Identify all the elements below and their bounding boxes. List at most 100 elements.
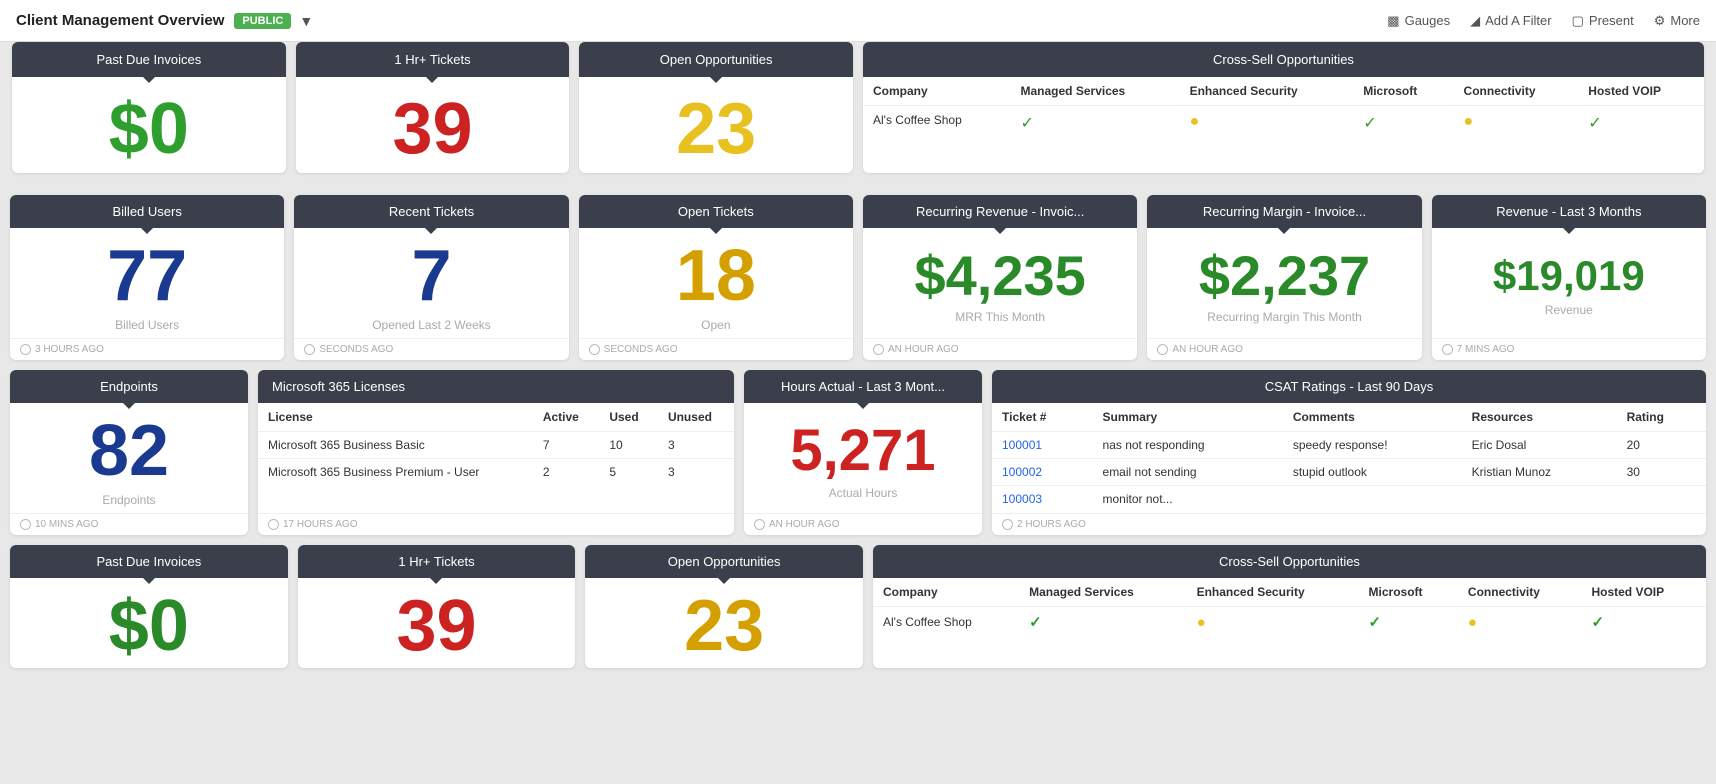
ticket-num[interactable]: 100003 — [992, 486, 1093, 513]
list-item: Al's Coffee Shop ✓ ● ✓ ● ✓ — [863, 106, 1704, 141]
cross-sell-tbl2: Company Managed Services Enhanced Securi… — [873, 578, 1706, 637]
connectivity-cell: ● — [1454, 106, 1579, 141]
endpoints-title: Endpoints — [100, 379, 158, 394]
enhanced-cell: ● — [1180, 106, 1354, 141]
ms365-th-used: Used — [599, 403, 658, 432]
check-green-icon: ✓ — [1021, 115, 1034, 132]
present-label: Present — [1589, 13, 1634, 28]
header-arrow — [143, 77, 155, 83]
open-tickets-ftr: SECONDS AGO — [579, 338, 853, 360]
more-action[interactable]: ⚙ More — [1654, 13, 1700, 29]
billed-users-hdr: Billed Users — [10, 195, 284, 228]
gauges-action[interactable]: ▩ Gauges — [1387, 13, 1450, 29]
ms365-card2: Microsoft 365 Licenses License Active Us… — [258, 370, 734, 535]
clock-icon — [589, 344, 600, 355]
ticket-rating: 20 — [1617, 432, 1706, 459]
past-due-body: $0 — [12, 77, 286, 173]
ticket-link[interactable]: 100001 — [1002, 438, 1042, 452]
endpoints-card2: Endpoints 82 Endpoints 10 MINS AGO — [10, 370, 248, 535]
arrow — [1278, 228, 1290, 234]
hr-tickets-value: 39 — [392, 93, 472, 165]
cs-enhanced: ● — [1187, 607, 1359, 638]
topbar-actions: ▩ Gauges ◢ Add A Filter ▢ Present ⚙ More — [1387, 13, 1700, 29]
ms365-th-active: Active — [533, 403, 600, 432]
mrr-sub: MRR This Month — [955, 310, 1045, 324]
hours-ftr: AN HOUR AGO — [744, 513, 982, 535]
csat-title: CSAT Ratings - Last 90 Days — [1265, 379, 1434, 394]
hr-tickets-card2: 1 Hr+ Tickets 39 — [298, 545, 576, 668]
col-company: Company — [863, 77, 1011, 106]
rev3mo-num: $19,019 — [1493, 255, 1645, 297]
billed-users-time: 3 HOURS AGO — [35, 344, 104, 355]
dropdown-caret-icon[interactable]: ▼ — [299, 13, 313, 29]
header-arrow — [426, 77, 438, 83]
present-action[interactable]: ▢ Present — [1572, 13, 1634, 29]
check-green-icon: ✓ — [1029, 614, 1042, 631]
endpoints-hdr: Endpoints — [10, 370, 248, 403]
open-opps-header: Open Opportunities — [579, 42, 853, 77]
ticket-comments: stupid outlook — [1283, 459, 1462, 486]
more-label: More — [1670, 13, 1700, 28]
col-microsoft: Microsoft — [1353, 77, 1453, 106]
ticket-comments — [1283, 486, 1462, 513]
table-row: Microsoft 365 Business Basic 7 10 3 — [258, 432, 734, 459]
clock-icon — [1002, 519, 1013, 530]
arrow — [710, 228, 722, 234]
recent-tickets-card2: Recent Tickets 7 Opened Last 2 Weeks SEC… — [294, 195, 568, 360]
clock-icon — [304, 344, 315, 355]
csat-hdr: CSAT Ratings - Last 90 Days — [992, 370, 1706, 403]
open-opps-card2: Open Opportunities 23 — [585, 545, 863, 668]
billed-users-num: 77 — [107, 240, 187, 312]
cross-sell-tbl-wrap: Company Managed Services Enhanced Securi… — [873, 578, 1706, 668]
ticket-link[interactable]: 100003 — [1002, 492, 1042, 506]
row-2: Endpoints 82 Endpoints 10 MINS AGO Micro… — [10, 370, 1706, 535]
open-opps-num: 23 — [684, 590, 764, 662]
filter-action[interactable]: ◢ Add A Filter — [1470, 13, 1551, 29]
hr-tickets-hdr: 1 Hr+ Tickets — [298, 545, 576, 578]
ms365-title: Microsoft 365 Licenses — [272, 379, 405, 394]
past-due-header: Past Due Invoices — [12, 42, 286, 77]
public-badge: PUBLIC — [234, 13, 291, 29]
arrow — [718, 578, 730, 584]
ticket-resources: Kristian Munoz — [1462, 459, 1617, 486]
license-used: 5 — [599, 459, 658, 486]
clock-icon — [873, 344, 884, 355]
ticket-comments: speedy response! — [1283, 432, 1462, 459]
ticket-num[interactable]: 100001 — [992, 432, 1093, 459]
open-tickets-title: Open Tickets — [678, 204, 754, 219]
hr-tickets-card: 1 Hr+ Tickets 39 — [296, 42, 570, 173]
open-opps-body2: 23 — [585, 578, 863, 668]
ms365-ftr2: 17 HOURS AGO — [258, 513, 734, 535]
hr-tickets-title: 1 Hr+ Tickets — [398, 554, 474, 569]
header-arrow — [710, 77, 722, 83]
mrr-time: AN HOUR AGO — [888, 344, 959, 355]
margin-body: $2,237 Recurring Margin This Month — [1147, 228, 1421, 338]
csat-ftr: 2 HOURS AGO — [992, 513, 1706, 535]
rev3mo-sub: Revenue — [1545, 303, 1593, 317]
license-used: 10 — [599, 432, 658, 459]
cs-th-voip: Hosted VOIP — [1581, 578, 1706, 607]
margin-num: $2,237 — [1199, 248, 1370, 304]
check-yellow-icon: ● — [1468, 614, 1477, 631]
cross-sell-title: Cross-Sell Opportunities — [1219, 554, 1360, 569]
arrow — [857, 403, 869, 409]
cs-th-company: Company — [873, 578, 1019, 607]
cross-sell-table-container: Company Managed Services Enhanced Securi… — [863, 77, 1704, 140]
ticket-num[interactable]: 100002 — [992, 459, 1093, 486]
csat-tbody: 100001 nas not responding speedy respons… — [992, 432, 1706, 513]
ticket-link[interactable]: 100002 — [1002, 465, 1042, 479]
check-green-icon: ✓ — [1363, 115, 1376, 132]
billed-users-title: Billed Users — [112, 204, 181, 219]
arrow — [430, 578, 442, 584]
clock-icon — [754, 519, 765, 530]
clock-icon — [268, 519, 279, 530]
endpoints-ftr: 10 MINS AGO — [10, 513, 248, 535]
ticket-rating: 30 — [1617, 459, 1706, 486]
mrr-hdr: Recurring Revenue - Invoic... — [863, 195, 1137, 228]
billed-users-body2: 77 Billed Users — [10, 228, 284, 338]
ticket-summary: nas not responding — [1093, 432, 1283, 459]
recent-tickets-num: 7 — [411, 240, 451, 312]
open-tickets-card2: Open Tickets 18 Open SECONDS AGO — [579, 195, 853, 360]
past-due-num: $0 — [109, 590, 189, 662]
cs-voip: ✓ — [1581, 607, 1706, 638]
